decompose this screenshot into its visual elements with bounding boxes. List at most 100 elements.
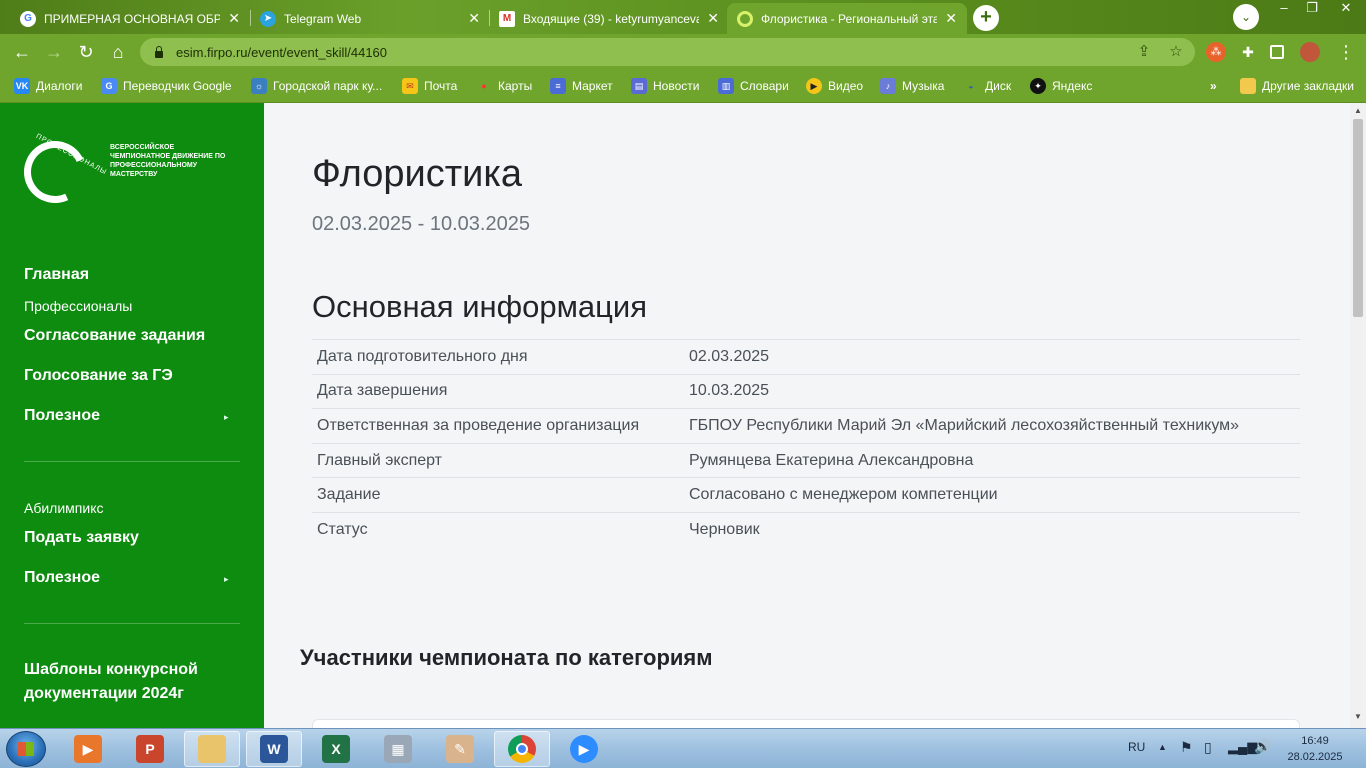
powerpoint-icon: P bbox=[136, 735, 164, 763]
sidebar-item-useful-abilympics[interactable]: Полезное bbox=[24, 569, 100, 587]
tab-telegram[interactable]: ➤ Telegram Web ✕ bbox=[250, 3, 490, 34]
close-icon[interactable]: ✕ bbox=[945, 10, 957, 27]
bookmark-slovari[interactable]: ▥ Словари bbox=[718, 76, 789, 96]
bookmark-dialogi[interactable]: VK Диалоги bbox=[14, 76, 82, 96]
bookmarks-bar: VK Диалоги G Переводчик Google ☼ Городской … bbox=[0, 70, 1366, 103]
language-indicator[interactable]: RU bbox=[1128, 740, 1145, 754]
sidebar-item-home[interactable]: Главная bbox=[24, 266, 89, 284]
taskbar-word[interactable]: W bbox=[246, 731, 302, 767]
info-key: Дата завершения bbox=[312, 373, 684, 409]
bookmark-muzyka[interactable]: ♪ Музыка bbox=[880, 76, 944, 96]
home-icon[interactable]: ⌂ bbox=[106, 40, 130, 64]
scroll-down-arrow-icon[interactable]: ▼ bbox=[1354, 712, 1362, 721]
professionaly-logo[interactable]: ПРОФЕССИОНАЛЫ ВСЕРОССИЙСКОЕ ЧЕМПИОНАТНОЕ… bbox=[15, 132, 225, 212]
bookmark-disk[interactable]: ◒ Диск bbox=[963, 76, 1011, 96]
mail-icon: ✉ bbox=[402, 78, 418, 94]
sidebar-item-task-approval[interactable]: Согласование задания bbox=[24, 327, 205, 345]
reload-icon[interactable]: ↻ bbox=[74, 40, 98, 64]
start-button[interactable] bbox=[6, 731, 46, 767]
tab-search-chevron-icon[interactable]: ⌄ bbox=[1233, 4, 1259, 30]
disk-icon: ◒ bbox=[968, 81, 974, 91]
device-icon[interactable]: ▯ bbox=[1204, 739, 1212, 756]
new-tab-button[interactable]: + bbox=[973, 5, 999, 31]
minimize-icon[interactable]: – bbox=[1270, 0, 1298, 18]
table-row: Дата завершения 10.03.2025 bbox=[312, 373, 1300, 409]
share-icon[interactable]: ⇪ bbox=[1134, 42, 1154, 62]
taskbar-chrome[interactable] bbox=[494, 731, 550, 767]
info-key: Дата подготовительного дня bbox=[312, 339, 684, 375]
media-player-icon: ▶ bbox=[74, 735, 102, 763]
menu-kebab-icon[interactable]: ⋮ bbox=[1334, 40, 1358, 64]
system-clock[interactable]: 16:49 28.02.2025 bbox=[1280, 733, 1350, 765]
info-key: Задание bbox=[312, 477, 684, 513]
bookmark-label: Музыка bbox=[902, 79, 945, 93]
bookmark-market[interactable]: ≡ Маркет bbox=[550, 76, 613, 96]
taskbar-excel[interactable]: X bbox=[308, 731, 364, 767]
extensions-puzzle-icon[interactable]: ✚ bbox=[1238, 42, 1258, 62]
address-bar[interactable]: esim.firpo.ru/event/event_skill/44160 ⇪ … bbox=[140, 38, 1195, 66]
restore-icon[interactable]: ❐ bbox=[1298, 0, 1326, 18]
tab-gmail[interactable]: M Входящие (39) - ketyrumyanceva ✕ bbox=[489, 3, 729, 34]
side-panel-icon[interactable] bbox=[1270, 45, 1284, 59]
tab-title: Telegram Web bbox=[284, 11, 362, 26]
forward-arrow-icon[interactable]: → bbox=[42, 40, 66, 64]
bookmark-label: Диск bbox=[985, 79, 1012, 93]
scroll-up-arrow-icon[interactable]: ▲ bbox=[1354, 106, 1362, 115]
music-icon: ♪ bbox=[880, 78, 896, 94]
basic-info-table: Дата подготовительного дня 02.03.2025 Да… bbox=[312, 339, 1300, 548]
close-icon[interactable]: ✕ bbox=[228, 10, 240, 27]
web-page: ПРОФЕССИОНАЛЫ ВСЕРОССИЙСКОЕ ЧЕМПИОНАТНОЕ… bbox=[0, 103, 1366, 728]
bookmark-karty[interactable]: ● Карты bbox=[476, 76, 532, 96]
taskbar-powerpoint[interactable]: P bbox=[122, 731, 178, 767]
google-translate-icon: G bbox=[101, 78, 117, 94]
bookmark-park[interactable]: ☼ Городской парк ку... bbox=[251, 76, 382, 96]
caret-right-icon: ▸ bbox=[224, 412, 229, 422]
taskbar-paint[interactable]: ✎ bbox=[432, 731, 488, 767]
network-signal-icon[interactable]: ▂▄▆ bbox=[1228, 739, 1257, 755]
url-text[interactable]: esim.firpo.ru/event/event_skill/44160 bbox=[176, 45, 387, 60]
yandex-icon: ✦ bbox=[1030, 78, 1046, 94]
bookmark-translate[interactable]: G Переводчик Google bbox=[101, 76, 232, 96]
tray-expand-icon[interactable]: ▲ bbox=[1158, 742, 1167, 752]
bookmark-star-icon[interactable]: ☆ bbox=[1166, 42, 1186, 62]
action-center-flag-icon[interactable]: ⚑ bbox=[1180, 739, 1193, 756]
paint-palette-icon: ✎ bbox=[446, 735, 474, 763]
sidebar-item-submit-application[interactable]: Подать заявку bbox=[24, 529, 139, 547]
scrollbar-thumb[interactable] bbox=[1353, 119, 1363, 317]
taskbar-calculator[interactable]: ▦ bbox=[370, 731, 426, 767]
main-content: Флористика 02.03.2025 - 10.03.2025 Основ… bbox=[264, 103, 1350, 728]
taskbar-explorer[interactable] bbox=[184, 731, 240, 767]
bookmark-yandex[interactable]: ✦ Яндекс bbox=[1030, 76, 1092, 96]
extension-icon[interactable]: ⁂ bbox=[1206, 42, 1226, 62]
bookmark-novosti[interactable]: ▤ Новости bbox=[631, 76, 699, 96]
event-dates: 02.03.2025 - 10.03.2025 bbox=[312, 213, 530, 235]
volume-icon[interactable]: 🔊 bbox=[1254, 738, 1271, 755]
page-scrollbar[interactable]: ▲ ▼ bbox=[1350, 103, 1366, 728]
info-value: Румянцева Екатерина Александровна bbox=[684, 442, 1300, 478]
sidebar-item-templates[interactable]: Шаблоны конкурсной документации 2024г bbox=[24, 658, 224, 706]
participants-title: Участники чемпионата по категориям bbox=[300, 645, 713, 670]
bookmark-pochta[interactable]: ✉ Почта bbox=[402, 76, 457, 96]
close-icon[interactable]: ✕ bbox=[707, 10, 719, 27]
bookmark-video[interactable]: ▶ Видео bbox=[806, 76, 863, 96]
info-value: ГБПОУ Республики Марий Эл «Марийский лес… bbox=[684, 408, 1300, 444]
window-close-icon[interactable]: ✕ bbox=[1332, 0, 1360, 18]
calculator-icon: ▦ bbox=[384, 735, 412, 763]
tab-primernaya[interactable]: G ПРИМЕРНАЯ ОСНОВНАЯ ОБРАЗ ✕ bbox=[10, 3, 250, 34]
avatar[interactable] bbox=[1300, 42, 1320, 62]
table-row: Задание Согласовано с менеджером компете… bbox=[312, 477, 1300, 513]
bookmark-label: Городской парк ку... bbox=[273, 79, 383, 93]
sidebar-item-vote-ge[interactable]: Голосование за ГЭ bbox=[24, 367, 173, 385]
sidebar-item-useful-professionals[interactable]: Полезное bbox=[24, 407, 100, 425]
close-icon[interactable]: ✕ bbox=[468, 10, 480, 27]
taskbar-zoom[interactable]: ▶ bbox=[556, 731, 612, 767]
tab-floristika[interactable]: Флористика - Региональный эта ✕ bbox=[727, 3, 967, 34]
info-value: Согласовано с менеджером компетенции bbox=[684, 477, 1300, 513]
bookmarks-overflow-button[interactable]: » bbox=[1210, 76, 1217, 96]
other-bookmarks-folder[interactable]: Другие закладки bbox=[1240, 76, 1354, 96]
back-arrow-icon[interactable]: ← bbox=[10, 40, 34, 64]
page-title: Флористика bbox=[312, 153, 522, 195]
taskbar-media-player[interactable]: ▶ bbox=[60, 731, 116, 767]
sidebar: ПРОФЕССИОНАЛЫ ВСЕРОССИЙСКОЕ ЧЕМПИОНАТНОЕ… bbox=[0, 103, 264, 728]
clock-time: 16:49 bbox=[1301, 735, 1329, 747]
